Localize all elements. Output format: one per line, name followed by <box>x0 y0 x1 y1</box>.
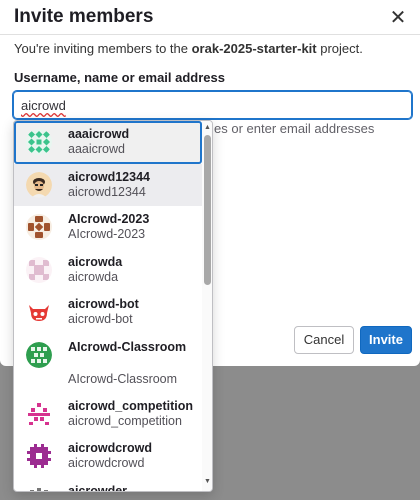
invite-button[interactable]: Invite <box>360 326 412 354</box>
suggestion-name: aaaicrowd <box>68 127 130 141</box>
suggestion-item[interactable]: aicrowdcrowd aicrowdcrowd <box>14 435 202 478</box>
identicon-green-dark-icon <box>26 341 52 368</box>
suggestion-name: aicrowd-bot <box>68 297 139 311</box>
dropdown-scrollbar[interactable]: ▲ ▼ <box>202 121 212 491</box>
suggestion-name: aicrowd_competition <box>68 398 194 413</box>
user-suggestions-dropdown: aaaicrowd aaaicrowd aicrowd12344 aicrowd… <box>13 120 213 492</box>
intro-prefix: You're inviting members to the <box>14 41 192 56</box>
suggestion-username: aaaicrowd <box>68 142 125 156</box>
identicon-green-icon <box>26 129 52 155</box>
suggestion-item[interactable]: aicrowda aicrowda <box>14 249 202 292</box>
field-label: Username, name or email address <box>14 70 225 85</box>
red-robot-icon <box>26 299 52 325</box>
suggestion-item[interactable]: aicrowd-bot aicrowd-bot <box>14 291 202 334</box>
identicon-grey-icon <box>26 485 52 491</box>
search-value: aicrowd <box>21 98 66 113</box>
header-divider <box>0 34 420 35</box>
suggestion-name: aicrowdcrowd <box>68 441 153 455</box>
member-search-input[interactable]: aicrowd <box>13 91 412 119</box>
suggestion-item[interactable]: aaaicrowd aaaicrowd <box>14 121 202 164</box>
suggestion-name: aicrowder <box>68 483 128 492</box>
suggestion-item[interactable]: aicrowder <box>14 478 202 492</box>
suggestion-username: AIcrowd-Classroom <box>68 371 178 386</box>
close-icon[interactable]: ✕ <box>386 6 410 30</box>
suggestion-item[interactable]: aicrowd_competition aicrowd_competition <box>14 393 202 436</box>
project-name: orak-2025-starter-kit <box>191 41 317 56</box>
modal-title: Invite members <box>14 6 154 27</box>
suggestion-username: aicrowd-bot <box>68 312 133 326</box>
cancel-button[interactable]: Cancel <box>294 326 354 354</box>
help-text: es or enter email addresses <box>214 121 375 136</box>
suggestion-name: aicrowd12344 <box>68 169 150 184</box>
identicon-magenta-icon <box>26 400 52 427</box>
identicon-brown-icon <box>26 214 52 240</box>
suggestion-name: AIcrowd-Classroom <box>68 339 187 354</box>
intro-suffix: project. <box>316 41 363 56</box>
intro-text: You're inviting members to the orak-2025… <box>14 41 363 56</box>
scroll-up-icon[interactable]: ▲ <box>202 123 212 133</box>
suggestion-item[interactable]: aicrowd12344 aicrowd12344 <box>14 163 202 206</box>
identicon-pink-icon <box>26 256 52 283</box>
suggestion-name: AIcrowd-2023 <box>68 212 150 226</box>
scroll-down-icon[interactable]: ▼ <box>202 477 212 487</box>
person-avatar-icon <box>26 171 52 198</box>
suggestion-item[interactable]: AIcrowd-2023 AIcrowd-2023 <box>14 206 202 249</box>
identicon-purple-icon <box>26 443 52 469</box>
suggestion-username: AIcrowd-2023 <box>68 227 146 241</box>
suggestion-username: aicrowda <box>68 269 119 284</box>
suggestion-name: aicrowda <box>68 254 123 269</box>
suggestion-username: aicrowd12344 <box>68 184 146 199</box>
suggestion-username: aicrowd_competition <box>68 413 182 428</box>
suggestion-username: aicrowdcrowd <box>68 456 145 470</box>
suggestion-item[interactable]: AIcrowd-Classroom AIcrowd-Classroom <box>14 334 202 393</box>
suggestion-list: aaaicrowd aaaicrowd aicrowd12344 aicrowd… <box>14 121 202 492</box>
scroll-thumb[interactable] <box>204 135 211 285</box>
